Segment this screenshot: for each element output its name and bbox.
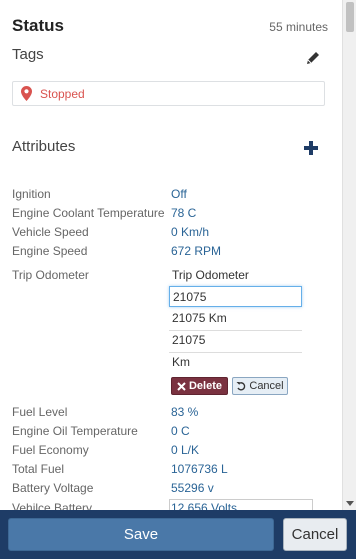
- attribute-label: Fuel Economy: [12, 443, 89, 457]
- trip-odometer-display-value: 21075 Km: [169, 309, 302, 331]
- status-time: 55 minutes: [269, 20, 328, 34]
- tags-title: Tags: [12, 46, 44, 63]
- footer-bar: Save Cancel: [0, 510, 356, 559]
- undo-icon: [236, 382, 246, 391]
- attribute-label: Engine Speed: [12, 244, 88, 258]
- close-icon: [177, 381, 186, 391]
- attribute-value[interactable]: 12.656 Volts: [171, 501, 237, 510]
- trip-odometer-name: Trip Odometer: [172, 268, 249, 282]
- attribute-value[interactable]: 55296 v: [171, 481, 214, 495]
- attribute-value[interactable]: 672 RPM: [171, 244, 221, 258]
- cancel-edit-button[interactable]: Cancel: [232, 377, 288, 395]
- attribute-label: Vehilce Battery: [12, 501, 93, 510]
- attribute-value[interactable]: 78 C: [171, 206, 196, 220]
- attribute-label: Vehicle Speed: [12, 225, 89, 239]
- tag-stopped[interactable]: Stopped: [12, 81, 325, 106]
- add-attribute-icon[interactable]: [303, 140, 319, 156]
- cancel-button[interactable]: Cancel: [283, 518, 347, 551]
- attribute-value[interactable]: 0 Km/h: [171, 225, 209, 239]
- trip-odometer-input[interactable]: [169, 286, 302, 307]
- cancel-edit-button-label: Cancel: [249, 380, 284, 392]
- map-pin-icon: [21, 86, 32, 101]
- attribute-value[interactable]: 0 C: [171, 424, 190, 438]
- attribute-value[interactable]: Off: [171, 187, 187, 201]
- status-panel: Status 55 minutes Tags Stopped Attribute…: [0, 0, 342, 510]
- attribute-label: Ignition: [12, 187, 51, 201]
- attribute-label: Fuel Level: [12, 405, 68, 419]
- trip-odometer-raw-value: 21075: [169, 331, 302, 353]
- attribute-value[interactable]: 83 %: [171, 405, 198, 419]
- attribute-value[interactable]: 0 L/K: [171, 443, 199, 457]
- attribute-label: Engine Coolant Temperature: [12, 206, 165, 220]
- vertical-scrollbar[interactable]: [342, 0, 356, 510]
- status-title: Status: [12, 16, 64, 35]
- scroll-down-arrow-icon[interactable]: [346, 501, 354, 506]
- trip-odometer-unit: Km: [172, 355, 190, 369]
- attribute-label: Total Fuel: [12, 462, 65, 476]
- attributes-title: Attributes: [12, 138, 76, 155]
- delete-button[interactable]: Delete: [171, 377, 228, 395]
- scrollbar-thumb[interactable]: [346, 2, 354, 32]
- attribute-label: Engine Oil Temperature: [12, 424, 138, 438]
- save-button[interactable]: Save: [8, 518, 274, 551]
- tag-label: Stopped: [40, 87, 85, 101]
- pencil-icon[interactable]: [305, 50, 321, 66]
- attribute-label: Battery Voltage: [12, 481, 94, 495]
- delete-button-label: Delete: [188, 380, 223, 392]
- attribute-value[interactable]: 1076736 L: [171, 462, 228, 476]
- trip-odometer-label: Trip Odometer: [12, 268, 89, 282]
